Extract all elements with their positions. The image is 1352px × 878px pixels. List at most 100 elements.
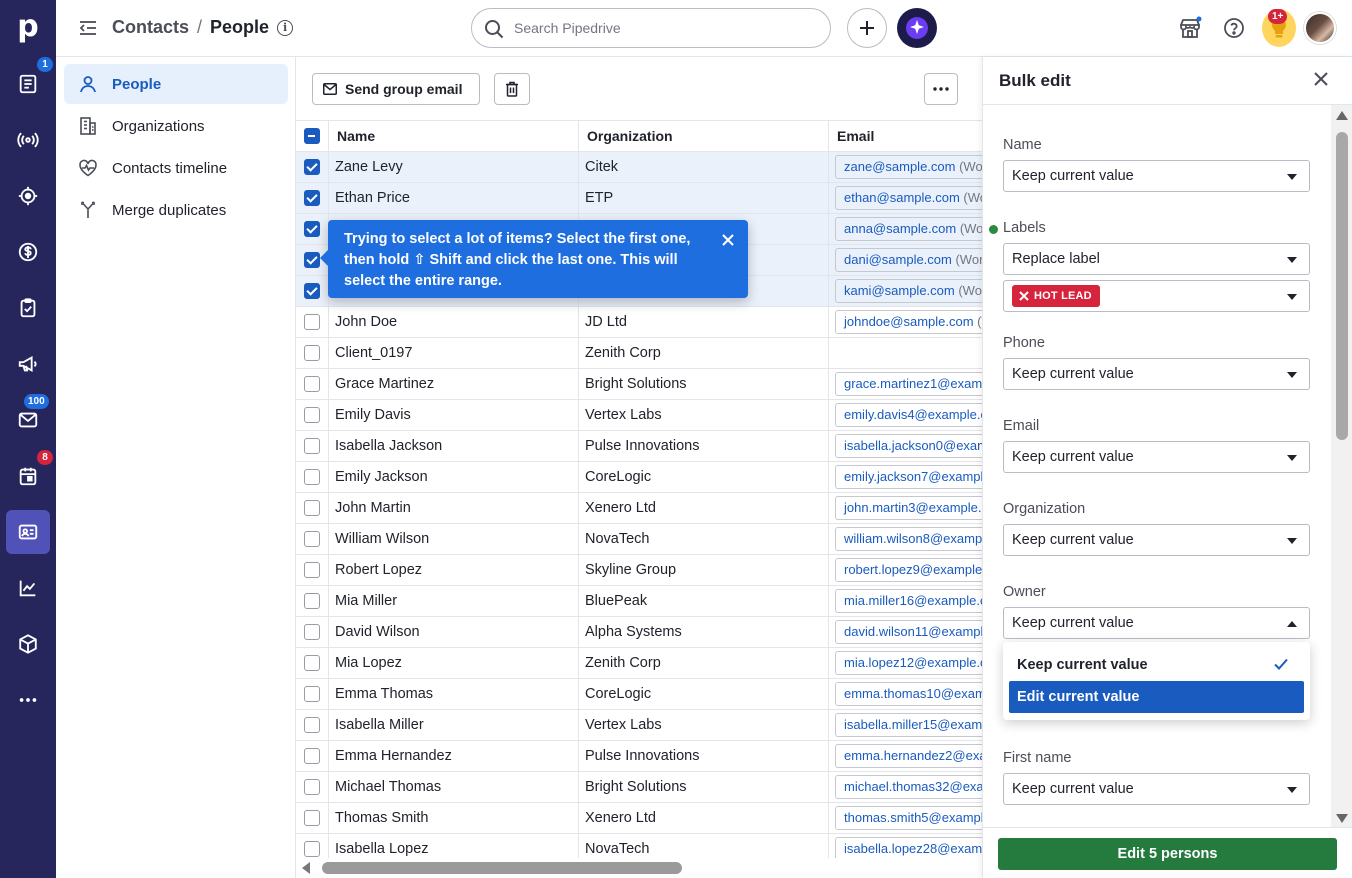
email-link[interactable]: mia.miller16@example.co <box>835 589 982 613</box>
email-link[interactable]: zane@sample.com (Wor <box>835 155 982 179</box>
email-link[interactable]: michael.thomas32@exar <box>835 775 982 799</box>
help-icon[interactable] <box>1220 14 1248 42</box>
send-group-email-button[interactable]: Send group email <box>312 73 480 105</box>
hot-lead-chip[interactable]: HOT LEAD <box>1012 285 1100 307</box>
row-checkbox[interactable] <box>304 624 320 640</box>
table-row[interactable]: John DoeJD Ltd johndoe@sample.com (V <box>296 307 982 338</box>
organization-cell[interactable]: Zenith Corp <box>578 338 828 368</box>
info-icon[interactable]: i <box>277 19 294 36</box>
table-row[interactable]: Mia Lopez Zenith Corp mia.lopez12@example.… <box>296 648 982 679</box>
table-row[interactable]: Emily Jackson CoreLogic emily.jackson7@exa… <box>296 462 982 493</box>
row-checkbox[interactable] <box>304 159 320 175</box>
more-actions-button[interactable] <box>924 73 958 105</box>
person-name-cell[interactable]: Mia Lopez <box>328 648 578 678</box>
close-icon[interactable] <box>720 232 736 248</box>
table-row[interactable]: Emma Thomas CoreLogic emma.thomas10@examp <box>296 679 982 710</box>
name-select[interactable]: Keep current value <box>1003 160 1310 192</box>
organization-cell[interactable]: Alpha Systems <box>578 617 828 647</box>
organization-cell[interactable]: CoreLogic <box>578 462 828 492</box>
horizontal-scrollbar[interactable] <box>296 858 982 878</box>
table-row[interactable]: Robert Lopez Skyline Group robert.lopez9@e… <box>296 555 982 586</box>
search-input[interactable] <box>514 20 794 36</box>
pipedrive-logo[interactable]: p <box>14 10 42 44</box>
person-name-cell[interactable]: Mia Miller <box>328 586 578 616</box>
scroll-down-arrow[interactable] <box>1336 814 1348 823</box>
table-row[interactable]: Zane LevyCitek zane@sample.com (Wor <box>296 152 982 183</box>
row-checkbox[interactable] <box>304 314 320 330</box>
scroll-left-arrow[interactable] <box>302 862 310 874</box>
row-checkbox[interactable] <box>304 562 320 578</box>
table-row[interactable]: Ethan PriceETP ethan@sample.com (Wo <box>296 183 982 214</box>
box-icon[interactable] <box>6 622 50 666</box>
table-row[interactable]: David Wilson Alpha Systems david.wilson11@… <box>296 617 982 648</box>
organization-cell[interactable]: Bright Solutions <box>578 369 828 399</box>
row-checkbox[interactable] <box>304 252 320 268</box>
person-name-cell[interactable]: Thomas Smith <box>328 803 578 833</box>
person-name-cell[interactable]: John Doe <box>328 307 578 337</box>
column-header-name[interactable]: Name <box>328 121 578 152</box>
row-checkbox[interactable] <box>304 593 320 609</box>
quick-add-button[interactable] <box>847 8 887 48</box>
person-name-cell[interactable]: Robert Lopez <box>328 555 578 585</box>
table-row[interactable]: Isabella Jackson Pulse Innovations isabell… <box>296 431 982 462</box>
row-checkbox[interactable] <box>304 748 320 764</box>
ai-assistant-button[interactable] <box>897 8 937 48</box>
labels-value-select[interactable]: HOT LEAD <box>1003 280 1310 312</box>
row-checkbox[interactable] <box>304 810 320 826</box>
organization-cell[interactable]: JD Ltd <box>578 307 828 337</box>
person-name-cell[interactable]: Emma Hernandez <box>328 741 578 771</box>
delete-button[interactable] <box>494 73 530 105</box>
email-link[interactable]: thomas.smith5@example <box>835 806 982 830</box>
table-row[interactable]: Isabella Lopez NovaTech isabella.lopez28@e… <box>296 834 982 858</box>
organization-cell[interactable]: Skyline Group <box>578 555 828 585</box>
horizontal-scroll-thumb[interactable] <box>322 862 682 874</box>
table-row[interactable]: John Martin Xenero Ltd john.martin3@exampl… <box>296 493 982 524</box>
table-row[interactable]: Mia Miller BluePeak mia.miller16@example.c… <box>296 586 982 617</box>
row-checkbox[interactable] <box>304 190 320 206</box>
email-link[interactable]: emma.thomas10@examp <box>835 682 982 706</box>
email-link[interactable]: kami@sample.com (Wor <box>835 279 982 303</box>
subnav-item-organizations[interactable]: Organizations <box>64 106 288 146</box>
table-row[interactable]: William Wilson NovaTech william.wilson8@ex… <box>296 524 982 555</box>
user-avatar[interactable] <box>1304 12 1336 44</box>
person-name-cell[interactable]: Emily Jackson <box>328 462 578 492</box>
table-row[interactable]: Emily Davis Vertex Labs emily.davis4@examp… <box>296 400 982 431</box>
email-link[interactable]: ethan@sample.com (Wo <box>835 186 982 210</box>
email-link[interactable]: robert.lopez9@example. <box>835 558 982 582</box>
close-icon[interactable] <box>1313 71 1329 87</box>
organization-cell[interactable]: BluePeak <box>578 586 828 616</box>
organization-select[interactable]: Keep current value <box>1003 524 1310 556</box>
organization-cell[interactable]: Xenero Ltd <box>578 493 828 523</box>
row-checkbox[interactable] <box>304 345 320 361</box>
person-name-cell[interactable]: Zane Levy <box>328 152 578 182</box>
person-name-cell[interactable]: Emma Thomas <box>328 679 578 709</box>
row-checkbox[interactable] <box>304 779 320 795</box>
organization-cell[interactable]: Vertex Labs <box>578 710 828 740</box>
row-checkbox[interactable] <box>304 376 320 392</box>
organization-cell[interactable]: Xenero Ltd <box>578 803 828 833</box>
marketplace-icon[interactable] <box>1176 14 1204 42</box>
email-link[interactable]: mia.lopez12@example.co <box>835 651 982 675</box>
row-checkbox[interactable] <box>304 438 320 454</box>
collapse-menu-icon[interactable] <box>78 18 98 38</box>
remove-label-icon[interactable] <box>1018 290 1030 302</box>
email-link[interactable]: isabella.lopez28@examp <box>835 837 982 858</box>
column-header-email[interactable]: Email <box>828 121 982 152</box>
organization-cell[interactable]: Pulse Innovations <box>578 741 828 771</box>
broadcast-icon[interactable] <box>6 118 50 162</box>
row-checkbox[interactable] <box>304 531 320 547</box>
person-name-cell[interactable]: Emily Davis <box>328 400 578 430</box>
email-link[interactable]: johndoe@sample.com (V <box>835 310 982 334</box>
search-box[interactable] <box>471 8 831 48</box>
row-checkbox[interactable] <box>304 686 320 702</box>
organization-cell[interactable]: Zenith Corp <box>578 648 828 678</box>
first-name-select[interactable]: Keep current value <box>1003 773 1310 805</box>
email-link[interactable]: emily.jackson7@example <box>835 465 982 489</box>
select-all-checkbox[interactable] <box>304 128 320 144</box>
table-row[interactable]: Grace Martinez Bright Solutions grace.mart… <box>296 369 982 400</box>
person-name-cell[interactable]: Isabella Miller <box>328 710 578 740</box>
phone-select[interactable]: Keep current value <box>1003 358 1310 390</box>
organization-cell[interactable]: NovaTech <box>578 524 828 554</box>
email-link[interactable]: david.wilson11@example <box>835 620 982 644</box>
subnav-item-merge-duplicates[interactable]: Merge duplicates <box>64 190 288 230</box>
